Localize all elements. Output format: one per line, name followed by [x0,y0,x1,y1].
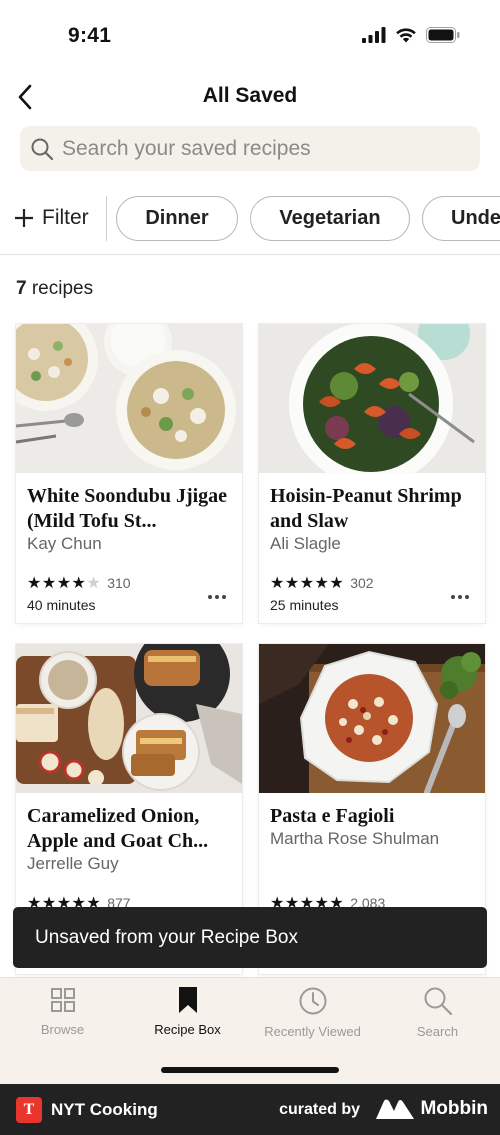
recipe-image [259,324,485,473]
dot-icon [215,595,219,599]
bookmark-icon [178,987,197,1013]
recipe-author: Ali Slagle [270,534,341,553]
more-options-button[interactable] [204,587,230,607]
tab-label: Browse [40,1022,85,1037]
filter-button[interactable]: Filter [14,198,89,238]
recipe-image [16,644,242,793]
filter-chips-row: Filter Dinner Vegetarian Unde [0,194,500,242]
mobbin-wordmark: Mobbin [420,1098,488,1119]
curated-by-label: curated by [279,1101,360,1118]
chip-under[interactable]: Unde [422,196,500,241]
tab-search[interactable]: Search [375,984,500,1054]
star-icon: ★ [56,575,72,592]
grid-icon [50,988,75,1012]
recipe-count-label: recipes [26,278,94,299]
recipe-card[interactable]: White Soondubu Jjigae (Mild Tofu St... K… [16,324,242,623]
star-icon: ★ [314,575,330,592]
status-bar: 9:41 [0,0,500,72]
star-icon: ★ [27,575,42,592]
dot-icon [465,595,469,599]
chip-dinner[interactable]: Dinner [116,196,238,241]
rating-stars: ★★★★★ [27,575,101,592]
nyt-logo: T [16,1097,42,1123]
recipe-rating: ★★★★★ 310 [27,573,131,593]
rating-stars: ★★★★★ [270,575,344,592]
recipe-title: White Soondubu Jjigae (Mild Tofu St... [27,485,228,532]
star-icon: ★ [299,575,315,592]
recipe-count-number: 7 [16,278,27,299]
tab-recipe-box[interactable]: Recipe Box [125,984,250,1054]
recipe-card[interactable]: Hoisin-Peanut Shrimp and Slaw Ali Slagle… [259,324,485,623]
mobbin-logo: Mobbin [376,1098,488,1120]
rating-count: 310 [107,575,131,591]
nav-header: All Saved [0,72,500,122]
status-time: 9:41 [68,24,112,47]
star-icon: ★ [270,575,285,592]
recipe-author: Martha Rose Shulman [270,829,440,848]
dot-icon [222,595,226,599]
recipe-author: Kay Chun [27,534,102,553]
cellular-signal-icon [362,27,386,43]
wifi-icon [396,28,416,43]
star-icon: ★ [86,575,102,592]
search-bar[interactable] [20,126,480,171]
star-icon: ★ [41,575,57,592]
filter-label: Filter [42,206,89,229]
rating-count: 302 [350,575,374,591]
mobbin-mark-icon [376,1099,415,1119]
tab-label: Recipe Box [154,1022,221,1037]
plus-icon [15,209,33,227]
recipe-rating: ★★★★★ 302 [270,573,374,593]
brand-bar: T NYT Cooking curated by Mobbin [0,1084,500,1135]
search-icon [31,138,54,160]
brand-name: NYT Cooking [51,1100,158,1119]
recipe-title: Hoisin-Peanut Shrimp and Slaw [270,485,462,532]
more-options-button[interactable] [447,587,473,607]
divider [0,254,500,255]
star-icon: ★ [284,575,300,592]
recipe-time: 40 minutes [27,597,96,613]
dot-icon [208,595,212,599]
recipe-image [16,324,242,473]
clock-icon [299,987,326,1015]
dot-icon [451,595,455,599]
star-icon: ★ [329,575,345,592]
dot-icon [458,595,462,599]
star-icon: ★ [71,575,87,592]
recipe-time: 25 minutes [270,597,339,613]
toast-text: Unsaved from your Recipe Box [35,926,298,948]
recipe-image [259,644,485,793]
status-icons [362,27,460,43]
tab-label: Recently Viewed [264,1024,361,1039]
home-indicator [161,1067,339,1073]
tab-label: Search [416,1024,459,1039]
tab-browse[interactable]: Browse [0,984,125,1054]
tab-recently-viewed[interactable]: Recently Viewed [250,984,375,1054]
battery-icon [426,27,460,43]
search-input[interactable] [62,136,462,161]
recipe-count: 7 recipes [16,278,93,300]
chip-vegetarian[interactable]: Vegetarian [250,196,410,241]
toast-message: Unsaved from your Recipe Box [13,907,487,968]
page-title: All Saved [202,84,298,107]
recipe-title: Pasta e Fagioli [270,805,395,827]
tab-bar: Browse Recipe Box Recently Viewed Search [0,977,500,1084]
recipe-author: Jerrelle Guy [27,854,119,873]
recipe-title: Caramelized Onion, Apple and Goat Ch... [27,805,209,852]
filter-divider [106,196,107,241]
search-icon [424,987,452,1016]
